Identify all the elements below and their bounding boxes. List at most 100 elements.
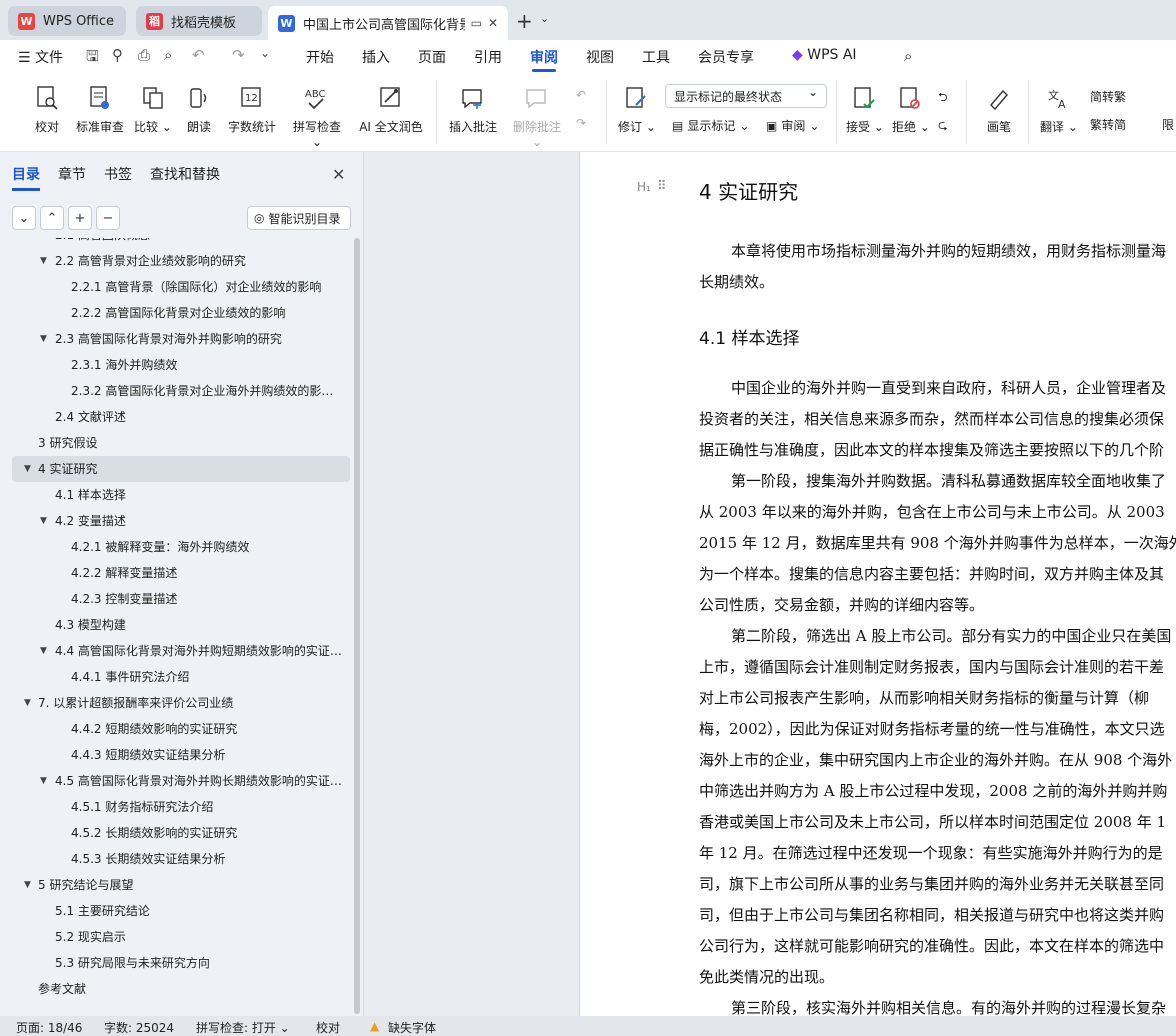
toc-item[interactable]: ▼ 4.5 高管国际化背景对海外并购长期绩效影响的实证研究 [0,768,348,794]
toc-item[interactable]: 参考文献 [0,976,348,1002]
toc-item[interactable]: 2.3.1 海外并购绩效 [0,352,348,378]
expand-down-icon[interactable]: ⌄ [12,206,36,230]
toc-scrollbar[interactable] [354,238,360,1014]
tab-docer-templates[interactable]: 稻 找稻壳模板 [136,6,262,36]
markup-state-select[interactable]: 显示标记的最终状态 [665,84,827,108]
toc-item[interactable]: ▼ 4 实证研究 [12,456,350,482]
add-heading-icon[interactable]: + [68,206,92,230]
menu-insert[interactable]: 插入 [362,47,390,67]
standard-review-button[interactable]: 标准审查 [74,84,126,135]
review-pane-button[interactable]: ▣ 审阅 ⌄ [766,117,819,134]
pane-tab-chapters[interactable]: 章节 [58,164,86,191]
menu-tools[interactable]: 工具 [642,47,670,67]
toc-item[interactable]: 4.2.1 被解释变量：海外并购绩效 [0,534,348,560]
show-markup-button[interactable]: ▤ 显示标记 ⌄ [672,117,749,134]
spell-check-status[interactable]: 拼写检查: 打开 ⌄ [196,1019,290,1036]
toc-item[interactable]: 5.1 主要研究结论 [0,898,348,924]
print-icon[interactable]: ⎙ [138,46,150,64]
wps-ai-button[interactable]: ◆ WPS AI [792,47,857,63]
toc-item[interactable]: 4.4.2 短期绩效影响的实证研究 [0,716,348,742]
more-chevron-icon[interactable]: ⌄ [260,46,270,60]
tab-list-chevron-icon[interactable]: ⌄ [540,12,549,25]
word-count-indicator[interactable]: 字数: 25024 [104,1019,174,1036]
ai-proofread-button[interactable]: AI 全文润色 [356,84,426,135]
toc-item[interactable]: 4.1 样本选择 [0,482,348,508]
spell-check-button[interactable]: ABC 拼写检查 ⌄ [288,84,346,149]
proofread-status[interactable]: 校对 [316,1019,340,1036]
toc-item[interactable]: 2.4 文献评述 [0,404,348,430]
toc-item[interactable]: 5.3 研究局限与未来研究方向 [0,950,348,976]
toc-item[interactable]: ▼ 5 研究结论与展望 [0,872,348,898]
undo-icon[interactable]: ↶ [192,46,205,64]
heading-marker[interactable]: H₁ [637,180,651,194]
toc-item[interactable]: 4.5.3 长期绩效实证结果分析 [0,846,348,872]
toc-item[interactable]: 4.4.1 事件研究法介绍 [0,664,348,690]
toc-item[interactable]: ▼ 2.3 高管国际化背景对海外并购影响的研究 [0,326,348,352]
limit-button[interactable]: 限 [1162,116,1174,133]
to-simplified-button[interactable]: 繁转简 [1090,116,1126,133]
translate-button[interactable]: 文A 翻译 ⌄ [1040,84,1078,135]
redo-icon[interactable]: ↷ [232,46,245,64]
close-tab-icon[interactable]: ✕ [488,16,498,30]
toc-item[interactable]: 4.2.2 解释变量描述 [0,560,348,586]
format-painter-icon[interactable]: ⚲ [112,46,123,64]
pane-tab-bookmarks[interactable]: 书签 [104,164,132,191]
revise-button[interactable]: 修订 ⌄ [618,84,656,135]
to-traditional-button[interactable]: 简转繁 [1090,88,1126,105]
close-pane-icon[interactable]: ✕ [332,165,345,184]
toc-item[interactable]: 3 研究假设 [0,430,348,456]
previous-comment-icon[interactable]: ↶ [576,88,586,102]
missing-font-status[interactable]: 缺失字体 [388,1019,436,1036]
search-icon[interactable]: ⌕ [904,47,912,65]
expand-toggle-icon[interactable]: ▼ [40,248,47,274]
insert-comment-button[interactable]: 插入批注 [448,84,498,135]
previous-change-icon[interactable]: ⮌ [938,88,948,109]
new-tab-icon[interactable]: + [516,9,533,33]
toc-item[interactable]: 4.5.1 财务指标研究法介绍 [0,794,348,820]
next-comment-icon[interactable]: ↷ [576,116,586,130]
collapse-up-icon[interactable]: ⌃ [40,206,64,230]
expand-toggle-icon[interactable]: ▼ [40,326,47,352]
print-preview-icon[interactable]: ⌕ [164,46,172,64]
compare-button[interactable]: 比较 ⌄ [134,84,172,135]
save-icon[interactable]: 🖫 [86,46,99,71]
toc-item[interactable]: 2.1 高管团队概念 [0,238,348,248]
window-mode-icon[interactable]: ▭ [471,16,482,30]
tab-wps-office[interactable]: W WPS Office [8,6,126,36]
menu-review[interactable]: 审阅 [530,47,558,72]
toc-item[interactable]: ▼ 4.4 高管国际化背景对海外并购短期绩效影响的实证研究 [0,638,348,664]
toc-item[interactable]: 4.5.2 长期绩效影响的实证研究 [0,820,348,846]
expand-toggle-icon[interactable]: ▼ [40,768,47,794]
pane-tab-toc[interactable]: 目录 [12,164,40,191]
pane-tab-find-replace[interactable]: 查找和替换 [150,164,220,191]
toc-item[interactable]: 4.3 模型构建 [0,612,348,638]
file-menu[interactable]: ☰ 文件 [18,47,63,67]
delete-comment-button[interactable]: 删除批注 ⌄ [508,84,566,149]
word-count-button[interactable]: 12 字数统计 [226,84,278,135]
proofread-button[interactable]: 校对 [30,84,64,135]
smart-toc-button[interactable]: ◎ 智能识别目录 [247,206,351,230]
reject-button[interactable]: 拒绝 ⌄ [892,84,930,135]
menu-start[interactable]: 开始 [306,47,334,67]
toc-item[interactable]: 4.2.3 控制变量描述 [0,586,348,612]
toc-item[interactable]: 2.2.1 高管背景（除国际化）对企业绩效的影响 [0,274,348,300]
expand-toggle-icon[interactable]: ▼ [40,638,47,664]
toc-item[interactable]: 2.2.2 高管国际化背景对企业绩效的影响 [0,300,348,326]
expand-toggle-icon[interactable]: ▼ [24,690,31,716]
expand-toggle-icon[interactable]: ▼ [24,456,31,482]
read-aloud-button[interactable]: 朗读 [184,84,214,135]
toc-item[interactable]: 5.2 现实启示 [0,924,348,950]
menu-view[interactable]: 视图 [586,47,614,67]
toc-item[interactable]: ▼ 2.2 高管背景对企业绩效影响的研究 [0,248,348,274]
menu-page[interactable]: 页面 [418,47,446,67]
drag-handle-icon[interactable]: ⠿ [657,179,667,194]
remove-heading-icon[interactable]: − [96,206,120,230]
expand-toggle-icon[interactable]: ▼ [40,508,47,534]
menu-reference[interactable]: 引用 [474,47,502,67]
tab-current-document[interactable]: W 中国上市公司高管国际化背景对 ▭ ✕ [268,6,508,40]
menu-member[interactable]: 会员专享 [698,47,754,67]
toc-item[interactable]: ▼ 7. 以累计超额报酬率来评价公司业绩 [0,690,348,716]
page-indicator[interactable]: 页面: 18/46 [16,1019,82,1036]
expand-toggle-icon[interactable]: ▼ [24,872,31,898]
toc-item[interactable]: 4.4.3 短期绩效实证结果分析 [0,742,348,768]
